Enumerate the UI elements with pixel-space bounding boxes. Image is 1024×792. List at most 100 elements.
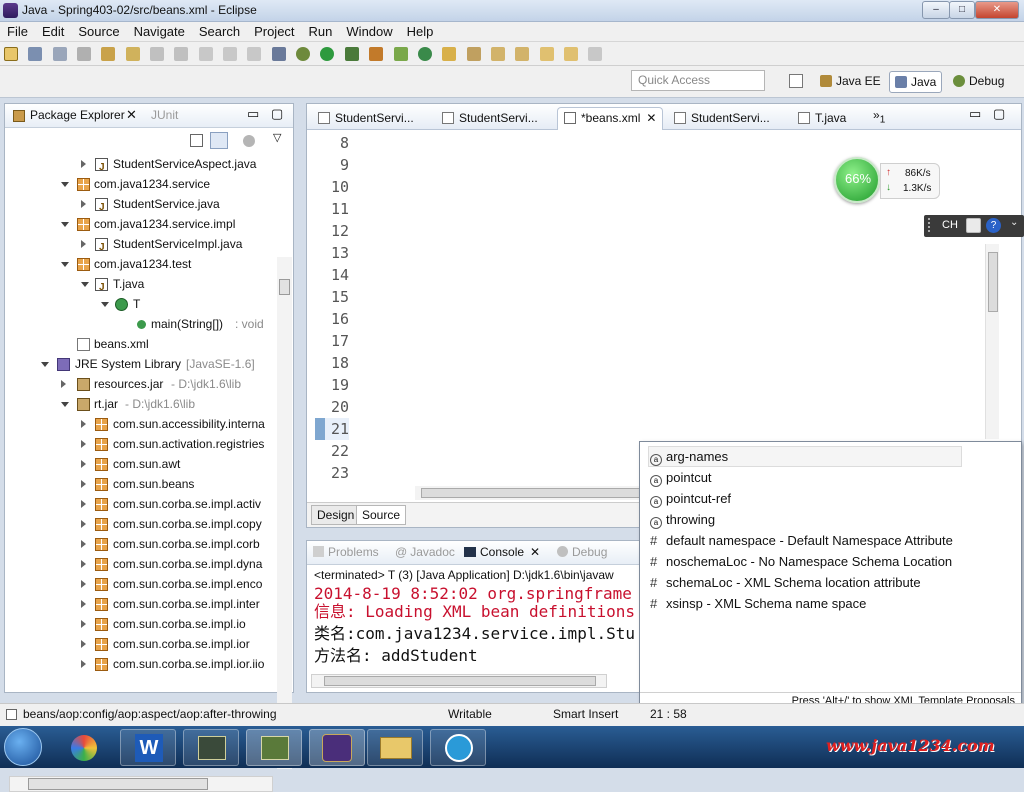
print-icon[interactable] (77, 47, 92, 61)
collapse-icon[interactable] (81, 282, 89, 287)
package-explorer-vertical-scrollbar[interactable] (277, 257, 292, 769)
expand-icon[interactable] (81, 160, 86, 168)
expand-icon[interactable] (81, 520, 86, 528)
expand-icon[interactable] (61, 380, 66, 388)
menu-navigate[interactable]: Navigate (127, 22, 192, 41)
expand-icon[interactable] (81, 420, 86, 428)
proposal-item[interactable]: # schemaLoc - XML Schema location attribu… (650, 572, 921, 593)
tree-item[interactable]: com.sun.accessibility.interna (5, 414, 283, 434)
console-horizontal-scrollbar[interactable] (311, 674, 607, 688)
taskbar-explorer-icon[interactable] (367, 729, 423, 766)
menu-project[interactable]: Project (247, 22, 301, 41)
tree-item[interactable]: StudentServiceImpl.java (5, 234, 283, 258)
expand-icon[interactable] (81, 600, 86, 608)
pin-icon[interactable] (588, 47, 603, 61)
tree-item[interactable]: com.sun.corba.se.impl.dyna (5, 554, 283, 574)
terminate-icon[interactable] (247, 47, 262, 61)
tab-design[interactable]: Design (311, 505, 361, 525)
proposal-item[interactable]: # default namespace - Default Namespace A… (650, 530, 953, 551)
ime-language[interactable]: CH (942, 219, 958, 231)
collapse-icon[interactable] (61, 262, 69, 267)
resume-icon[interactable] (198, 47, 213, 61)
proposal-item[interactable]: # noschemaLoc - No Namespace Schema Locat… (650, 551, 952, 572)
tree-item[interactable]: StudentServiceAspect.java (5, 154, 283, 178)
new-icon[interactable] (4, 47, 18, 61)
scrollbar-thumb[interactable] (279, 279, 290, 295)
editor-vertical-scrollbar[interactable] (985, 244, 999, 439)
menu-help[interactable]: Help (400, 22, 441, 41)
perspective-debug[interactable]: Debug (948, 71, 1009, 93)
new-package-icon[interactable] (393, 47, 408, 61)
search-icon[interactable] (466, 47, 481, 61)
menu-search[interactable]: Search (192, 22, 247, 41)
close-button[interactable]: ✕ (975, 1, 1019, 19)
open-perspective-icon[interactable] (789, 74, 803, 88)
taskbar-app-icon[interactable] (56, 729, 112, 766)
tree-item[interactable]: main(String[]) : void (5, 314, 283, 334)
tree-item[interactable]: com.sun.corba.se.impl.corb (5, 534, 283, 554)
minimize-button[interactable]: – (922, 1, 950, 19)
perspective-java-ee[interactable]: Java EE (815, 71, 886, 93)
ime-toolbar[interactable]: CH ? ⌄ (924, 215, 1024, 237)
new-java-project-icon[interactable] (369, 47, 384, 61)
tab-debug[interactable]: Debug (557, 545, 607, 559)
expand-icon[interactable] (81, 640, 86, 648)
expand-icon[interactable] (81, 660, 86, 668)
menu-edit[interactable]: Edit (35, 22, 71, 41)
tree-item[interactable]: beans.xml (5, 334, 283, 354)
tab-console[interactable]: Console ✕ (464, 545, 540, 559)
view-menu-icon[interactable] (243, 135, 255, 147)
debug-icon[interactable] (296, 47, 311, 61)
taskbar-editor-icon[interactable] (183, 729, 239, 766)
editor-tab[interactable]: StudentServi... (667, 107, 777, 130)
tree-item[interactable]: rt.jar - D:\jdk1.6\lib (5, 394, 283, 414)
maximize-view-icon[interactable]: ▢ (993, 106, 1005, 122)
tree-item[interactable]: com.sun.corba.se.impl.inter (5, 594, 283, 614)
collapse-icon[interactable] (61, 222, 69, 227)
tab-source[interactable]: Source (356, 505, 407, 525)
next-annotation-icon[interactable] (490, 47, 505, 61)
editor-tab[interactable]: T.java (791, 107, 853, 130)
taskbar-tool-icon[interactable] (246, 729, 302, 766)
save-all-icon[interactable] (52, 47, 67, 61)
editor-tab[interactable]: StudentServi... (311, 107, 421, 130)
collapse-icon[interactable] (101, 302, 109, 307)
refactor-icon[interactable] (125, 47, 140, 61)
proposal-item[interactable]: # xsinsp - XML Schema name space (650, 593, 866, 614)
expand-icon[interactable] (81, 580, 86, 588)
menu-window[interactable]: Window (339, 22, 399, 41)
tree-item[interactable]: com.sun.corba.se.impl.ior.iio (5, 654, 283, 674)
expand-icon[interactable] (81, 440, 86, 448)
run-coverage-icon[interactable] (344, 47, 359, 61)
close-icon[interactable]: ✕ (646, 111, 656, 125)
suspend-icon[interactable] (223, 47, 238, 61)
tree-item[interactable]: com.sun.activation.registries (5, 434, 283, 454)
expand-icon[interactable] (81, 460, 86, 468)
link-with-editor-icon[interactable] (210, 132, 228, 149)
tree-item[interactable]: T (5, 294, 283, 314)
tree-item[interactable]: JRE System Library [JavaSE-1.6] (5, 354, 283, 374)
expand-icon[interactable] (81, 480, 86, 488)
close-icon[interactable]: ✕ (126, 107, 137, 123)
taskbar-eclipse-icon[interactable] (309, 729, 365, 766)
ime-mode-icon[interactable] (966, 218, 981, 233)
minimize-view-icon[interactable]: ▭ (247, 106, 259, 122)
tree-item[interactable]: com.sun.beans (5, 474, 283, 494)
network-speed-widget[interactable]: 66% ↑ 86K/s ↓ 1.3K/s (834, 157, 962, 205)
new-class-icon[interactable] (417, 47, 432, 61)
tree-item[interactable]: StudentService.java (5, 194, 283, 218)
collapse-icon[interactable] (61, 402, 69, 407)
scrollbar-thumb[interactable] (28, 778, 208, 790)
proposal-item[interactable]: a pointcut-ref (650, 488, 731, 509)
tree-item[interactable]: com.java1234.test (5, 254, 283, 274)
tree-item[interactable]: com.java1234.service (5, 174, 283, 194)
quick-access-input[interactable]: Quick Access (631, 70, 765, 91)
menu-source[interactable]: Source (71, 22, 126, 41)
build-icon[interactable] (101, 47, 116, 61)
tab-package-explorer[interactable]: Package Explorer (30, 108, 125, 122)
tab-overflow-icon[interactable]: »1 (873, 108, 885, 125)
perspective-java[interactable]: Java (889, 71, 943, 93)
tab-javadoc[interactable]: @ Javadoc (395, 545, 455, 559)
tree-item[interactable]: com.sun.corba.se.impl.enco (5, 574, 283, 594)
menu-file[interactable]: File (0, 22, 35, 41)
